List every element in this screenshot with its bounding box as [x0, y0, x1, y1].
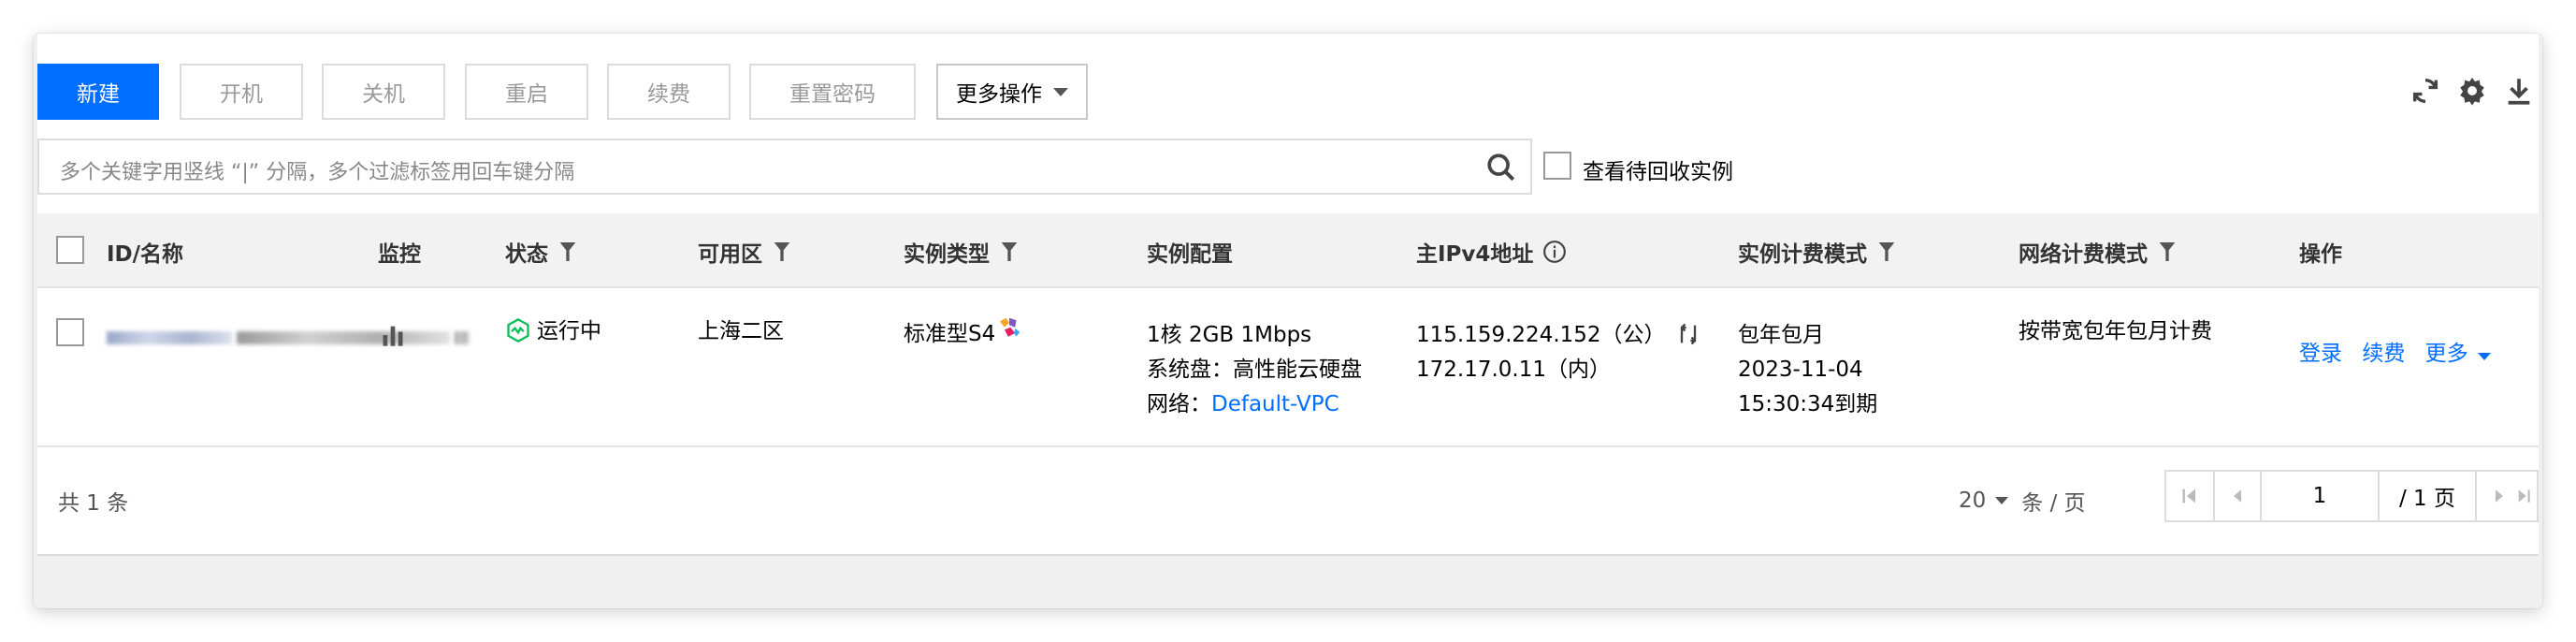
column-instance-type[interactable]: 实例类型 [904, 236, 1018, 268]
next-page-icon [2496, 489, 2503, 503]
reset-password-button[interactable]: 重置密码 [749, 64, 916, 120]
page-size-value: 20 [1959, 489, 1987, 513]
prev-page-icon [2234, 489, 2241, 503]
filter-icon[interactable] [2159, 242, 2176, 261]
table-row: 运行中 上海二区 标准型S4 1核 2GB 1Mbps 系统盘：高性能云硬盘 网… [37, 288, 2539, 447]
ipv4-cell: 115.159.224.152（公） 172.17.0.11（内） [1416, 318, 1701, 387]
total-count: 共 1 条 [58, 491, 129, 516]
instance-id-name-redacted[interactable] [107, 318, 470, 348]
more-actions-dropdown[interactable]: 更多操作 [936, 64, 1088, 120]
select-all-checkbox[interactable] [56, 236, 84, 264]
column-actions: 操作 [2299, 242, 2342, 267]
filter-icon[interactable] [1001, 242, 1018, 261]
start-button[interactable]: 开机 [180, 64, 303, 120]
monitor-chart-icon[interactable] [380, 322, 406, 348]
console-window: 新建 开机 关机 重启 续费 重置密码 更多操作 多个关键字用竖线 “|” 分隔… [34, 34, 2542, 608]
column-status[interactable]: 状态 [505, 236, 576, 268]
actions-cell: 登录 续费 更多 [2299, 337, 2491, 372]
page-size-unit: 条 / 页 [2021, 491, 2086, 516]
private-ip: 172.17.0.11（内） [1416, 357, 1611, 382]
prev-page-button[interactable] [2213, 470, 2262, 522]
column-id-name: ID/名称 [107, 242, 184, 267]
page-number-input[interactable]: 1 [2260, 470, 2380, 522]
filter-icon[interactable] [559, 242, 576, 261]
running-status-icon [507, 317, 529, 343]
settings-icon[interactable] [2456, 75, 2488, 107]
config-network: 网络：Default-VPC [1147, 392, 1339, 416]
status-cell: 运行中 [505, 314, 601, 349]
column-zone[interactable]: 可用区 [698, 236, 790, 268]
column-monitor: 监控 [378, 242, 421, 267]
network-billing-cell: 按带宽包年包月计费 [2019, 319, 2212, 343]
instance-type-cell: 标准型S4 [904, 314, 1023, 352]
config-spec: 1核 2GB 1Mbps [1147, 323, 1312, 347]
zone-cell: 上海二区 [698, 319, 784, 343]
status-text: 运行中 [537, 319, 601, 343]
page-size-select[interactable]: 20 条 / 页 [1959, 485, 2086, 517]
chevron-down-icon [2477, 353, 2491, 360]
search-icon[interactable] [1485, 152, 1517, 183]
search-placeholder: 多个关键字用竖线 “|” 分隔，多个过滤标签用回车键分隔 [60, 161, 575, 184]
public-ip: 115.159.224.152（公） [1416, 323, 1666, 347]
refresh-icon[interactable] [2410, 75, 2441, 107]
login-link[interactable]: 登录 [2299, 342, 2342, 366]
row-checkbox[interactable] [56, 318, 84, 346]
billing-cell: 包年包月 2023-11-04 15:30:34到期 [1738, 323, 1878, 416]
restart-button[interactable]: 重启 [465, 64, 588, 120]
instance-panel: 新建 开机 关机 重启 续费 重置密码 更多操作 多个关键字用竖线 “|” 分隔… [37, 34, 2539, 556]
column-billing-mode[interactable]: 实例计费模式 [1738, 236, 1895, 268]
renew-button[interactable]: 续费 [607, 64, 731, 120]
info-icon[interactable] [1542, 240, 1567, 264]
total-pages: / 1 页 [2378, 470, 2477, 522]
download-icon[interactable] [2503, 75, 2535, 107]
current-page: 1 [2312, 484, 2327, 508]
chevron-down-icon [1053, 87, 1068, 96]
last-page-icon [2518, 489, 2530, 503]
filter-icon[interactable] [1878, 242, 1895, 261]
vpc-link[interactable]: Default-VPC [1211, 392, 1339, 416]
column-config: 实例配置 [1147, 242, 1233, 267]
table-footer: 共 1 条 20 条 / 页 1 / 1 页 [37, 447, 2539, 552]
last-page-button[interactable] [2511, 470, 2539, 522]
first-page-icon [2182, 489, 2195, 503]
search-input[interactable]: 多个关键字用竖线 “|” 分隔，多个过滤标签用回车键分隔 [37, 139, 1532, 195]
filter-icon[interactable] [774, 242, 790, 261]
config-system-disk: 系统盘：高性能云硬盘 [1147, 357, 1362, 382]
more-link[interactable]: 更多 [2425, 342, 2491, 366]
column-ipv4: 主IPv4地址 [1416, 236, 1567, 268]
ip-change-icon[interactable] [1675, 321, 1701, 347]
recycle-checkbox[interactable] [1543, 152, 1571, 180]
table-header: ID/名称 监控 状态 可用区 实例类型 实例配置 主IPv4地址 实例计费模式… [37, 213, 2539, 288]
first-page-button[interactable] [2164, 470, 2215, 522]
new-instance-button[interactable]: 新建 [37, 64, 159, 120]
shutdown-button[interactable]: 关机 [322, 64, 445, 120]
column-network-billing[interactable]: 网络计费模式 [2019, 236, 2176, 268]
chevron-down-icon [1995, 497, 2009, 504]
renew-link[interactable]: 续费 [2362, 342, 2405, 366]
config-cell: 1核 2GB 1Mbps 系统盘：高性能云硬盘 网络：Default-VPC [1147, 318, 1362, 422]
more-actions-label: 更多操作 [956, 82, 1042, 107]
instance-type-badge-icon [1000, 317, 1020, 337]
recycle-checkbox-label: 查看待回收实例 [1583, 160, 1733, 184]
